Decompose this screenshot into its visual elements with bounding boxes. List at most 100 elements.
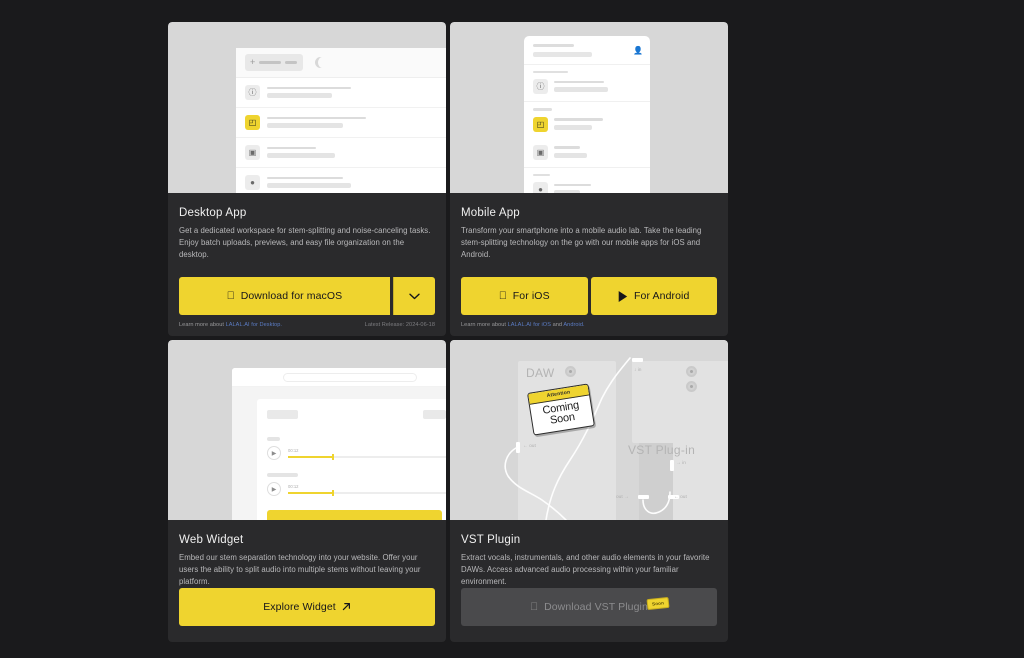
card-title: Mobile App (461, 207, 520, 219)
vst-footer-spacer (450, 626, 728, 642)
mobile-app-mock-screen: 👤 ⓘ ◰ ▣ ● (524, 36, 650, 193)
mock-list-row: ● (524, 176, 650, 193)
web-widget-button-group: Explore Widget (179, 587, 435, 626)
mock-address-bar (283, 372, 417, 382)
player-current-time: 00:12 (288, 484, 299, 490)
product-card-grid: + ⓘ ◰ ▣ ● Desktop App Get a dedicated wo… (168, 22, 728, 642)
mobile-app-preview: 👤 ⓘ ◰ ▣ ● (450, 22, 728, 193)
mock-header: 👤 (524, 36, 650, 65)
mock-toolbar: + (236, 48, 446, 78)
apple-icon:  (227, 290, 235, 302)
mock-list-row: ◰ (236, 108, 446, 138)
apple-icon:  (530, 601, 538, 613)
card-title: Desktop App (179, 207, 247, 219)
card-description: Embed our stem separation technology int… (179, 553, 421, 586)
mock-section-label (524, 102, 650, 111)
vst-download-button-group:  Download VST Plugin Soon (461, 587, 717, 626)
download-macos-label: Download for macOS (236, 290, 342, 302)
mock-list-row: ● (236, 168, 446, 193)
mock-audio-player: ▶ 00:12 00:30 (267, 446, 446, 460)
camera-icon: ▣ (245, 145, 260, 160)
mock-section-label (524, 168, 650, 176)
mock-row-text (554, 80, 641, 93)
card-mobile-app: 👤 ⓘ ◰ ▣ ● Mobile App Transform your smar… (450, 22, 728, 336)
mock-progress-track: 00:12 00:30 (288, 448, 446, 460)
for-android-label: For Android (634, 290, 690, 302)
vst-mock-diagram: DAW VST Plug-in ↓ in ← out → in out → ← … (450, 340, 728, 520)
latest-release-label: Latest Release: 2024-06-18 (364, 322, 435, 328)
info-icon: ⓘ (533, 79, 548, 94)
microphone-icon: ● (245, 175, 260, 190)
card-title: VST Plugin (461, 534, 521, 546)
play-icon[interactable]: ▶ (267, 446, 281, 460)
mock-row-text (554, 183, 641, 193)
desktop-download-button-group:  Download for macOS (179, 277, 435, 315)
learn-more-prefix: Learn more about (179, 322, 224, 328)
mock-track-label (267, 473, 298, 477)
mock-label-bar (285, 61, 298, 64)
camera-icon: ▣ (533, 144, 548, 160)
vst-plugin-body: VST Plugin Extract vocals, instrumentals… (450, 520, 728, 626)
explore-widget-button[interactable]: Explore Widget (179, 587, 435, 626)
mobile-learn-more: Learn more about LALAL.AI for iOS and An… (461, 322, 585, 328)
arrow-up-right-icon (342, 603, 350, 611)
download-macos-button[interactable]:  Download for macOS (179, 277, 390, 315)
mock-list-row: ▣ (236, 138, 446, 168)
mock-row-text (554, 118, 641, 130)
mobile-app-body: Mobile App Transform your smartphone int… (450, 193, 728, 315)
desktop-card-footer: Learn more about LALAL.AI for Desktop. L… (168, 315, 446, 336)
soon-badge: Soon (646, 596, 670, 610)
microphone-icon: ● (533, 182, 548, 193)
player-current-time: 00:12 (288, 448, 299, 454)
desktop-app-mock-window: + ⓘ ◰ ▣ ● (236, 48, 446, 193)
desktop-learn-more-link[interactable]: LALAL.AI for Desktop. (226, 322, 282, 328)
mock-page-stage: ▶ 00:12 00:30 (232, 387, 446, 520)
mock-row-text (267, 86, 446, 99)
vst-plugin-preview: DAW VST Plug-in ↓ in ← out → in out → ← … (450, 340, 728, 520)
mock-audio-player: ▶ 00:12 00:30 (267, 482, 446, 496)
chevron-down-icon (409, 293, 420, 299)
download-vst-label: Download VST Plugin (540, 600, 648, 613)
plus-icon: + (250, 57, 256, 67)
mock-list-row: ⓘ (524, 73, 650, 101)
card-description: Get a dedicated workspace for stem-split… (179, 226, 431, 259)
desktop-app-body: Desktop App Get a dedicated workspace fo… (168, 193, 446, 315)
card-web-widget: ▶ 00:12 00:30 (168, 340, 446, 642)
mobile-card-footer: Learn more about LALAL.AI for iOS and An… (450, 315, 728, 336)
app-page: + ⓘ ◰ ▣ ● Desktop App Get a dedicated wo… (0, 0, 1024, 658)
play-store-icon (618, 290, 628, 302)
image-icon: ◰ (245, 115, 260, 130)
mock-section-label (524, 65, 650, 73)
cable-illustration (504, 357, 671, 520)
mock-browser-chrome (232, 368, 446, 387)
mock-list-row: ◰ (524, 111, 650, 139)
mock-progress-track: 00:12 00:30 (288, 484, 446, 496)
image-icon: ◰ (533, 116, 548, 132)
learn-more-prefix: Learn more about (461, 322, 506, 328)
play-icon[interactable]: ▶ (267, 482, 281, 496)
widget-mock-browser: ▶ 00:12 00:30 (232, 368, 446, 520)
mobile-android-link[interactable]: Android. (563, 322, 584, 328)
for-android-button[interactable]: For Android (590, 277, 717, 315)
for-ios-label: For iOS (508, 290, 550, 302)
desktop-learn-more: Learn more about LALAL.AI for Desktop. (179, 322, 282, 328)
mock-track-label (267, 437, 280, 441)
card-description: Extract vocals, instrumentals, and other… (461, 553, 710, 586)
mock-widget-panel: ▶ 00:12 00:30 (257, 399, 446, 520)
apple-icon:  (499, 290, 507, 302)
for-ios-button[interactable]:  For iOS (461, 277, 588, 315)
mock-widget-header (267, 410, 446, 419)
mock-row-text (267, 176, 446, 189)
mobile-ios-link[interactable]: LALAL.AI for iOS (508, 322, 551, 328)
card-title: Web Widget (179, 534, 244, 546)
mock-row-text (267, 116, 446, 129)
download-vst-plugin-button:  Download VST Plugin (461, 587, 717, 626)
mobile-download-button-group:  For iOS For Android (461, 277, 717, 315)
web-widget-preview: ▶ 00:12 00:30 (168, 340, 446, 520)
web-widget-footer-spacer (168, 626, 446, 642)
mock-list-row: ▣ (524, 139, 650, 167)
download-options-dropdown-button[interactable] (393, 277, 435, 315)
card-description: Transform your smartphone into a mobile … (461, 226, 702, 259)
info-icon: ⓘ (245, 85, 260, 100)
card-vst-plugin: DAW VST Plug-in ↓ in ← out → in out → ← … (450, 340, 728, 642)
